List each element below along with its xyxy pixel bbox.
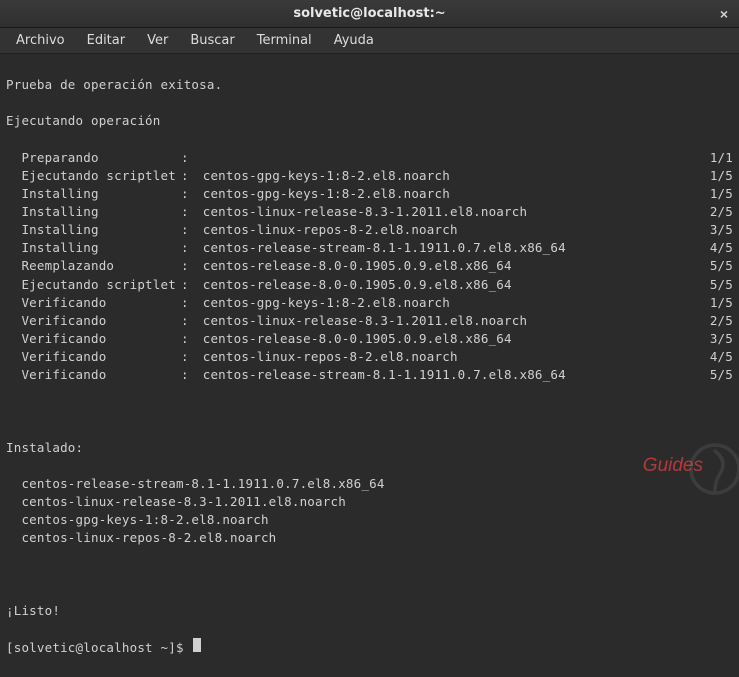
- row-colon: :: [181, 330, 195, 348]
- row-count: 4/5: [701, 348, 733, 366]
- row-count: 4/5: [701, 239, 733, 257]
- row-colon: :: [181, 149, 195, 167]
- row-count: 1/1: [701, 149, 733, 167]
- output-row: Verificando : centos-linux-release-8.3-1…: [6, 312, 733, 330]
- row-action: Installing: [6, 203, 181, 221]
- menubar: Archivo Editar Ver Buscar Terminal Ayuda: [0, 28, 739, 54]
- row-action: Installing: [6, 221, 181, 239]
- window-titlebar: solvetic@localhost:~ ×: [0, 0, 739, 28]
- row-colon: :: [181, 239, 195, 257]
- output-row: Ejecutando scriptlet: centos-release-8.0…: [6, 276, 733, 294]
- row-action: Preparando: [6, 149, 181, 167]
- row-package: centos-gpg-keys-1:8-2.el8.noarch: [195, 167, 701, 185]
- row-package: centos-gpg-keys-1:8-2.el8.noarch: [195, 185, 701, 203]
- row-action: Verificando: [6, 330, 181, 348]
- row-colon: :: [181, 185, 195, 203]
- row-action: Verificando: [6, 294, 181, 312]
- row-count: 3/5: [701, 330, 733, 348]
- row-package: centos-release-8.0-0.1905.0.9.el8.x86_64: [195, 276, 701, 294]
- row-colon: :: [181, 167, 195, 185]
- row-package: centos-release-8.0-0.1905.0.9.el8.x86_64: [195, 330, 701, 348]
- row-package: centos-linux-release-8.3-1.2011.el8.noar…: [195, 312, 701, 330]
- row-colon: :: [181, 276, 195, 294]
- row-package: centos-linux-repos-8-2.el8.noarch: [195, 221, 701, 239]
- row-package: centos-gpg-keys-1:8-2.el8.noarch: [195, 294, 701, 312]
- blank-line: [6, 566, 733, 584]
- row-package: [195, 149, 701, 167]
- output-row: Verificando : centos-gpg-keys-1:8-2.el8.…: [6, 294, 733, 312]
- menu-editar[interactable]: Editar: [77, 31, 136, 50]
- window-title: solvetic@localhost:~: [293, 6, 445, 21]
- row-count: 3/5: [701, 221, 733, 239]
- row-count: 5/5: [701, 366, 733, 384]
- output-line: Ejecutando operación: [6, 112, 733, 130]
- row-colon: :: [181, 203, 195, 221]
- row-package: centos-release-stream-8.1-1.1911.0.7.el8…: [195, 239, 701, 257]
- output-row: Verificando : centos-release-stream-8.1-…: [6, 366, 733, 384]
- row-colon: :: [181, 257, 195, 275]
- row-count: 2/5: [701, 312, 733, 330]
- output-row: Installing : centos-linux-repos-8-2.el8.…: [6, 221, 733, 239]
- menu-archivo[interactable]: Archivo: [6, 31, 75, 50]
- row-action: Installing: [6, 239, 181, 257]
- row-action: Verificando: [6, 366, 181, 384]
- row-action: Verificando: [6, 348, 181, 366]
- menu-terminal[interactable]: Terminal: [247, 31, 322, 50]
- row-colon: :: [181, 366, 195, 384]
- output-row: Installing : centos-linux-release-8.3-1.…: [6, 203, 733, 221]
- row-count: 1/5: [701, 294, 733, 312]
- row-action: Ejecutando scriptlet: [6, 276, 181, 294]
- row-count: 5/5: [701, 257, 733, 275]
- menu-ayuda[interactable]: Ayuda: [324, 31, 384, 50]
- prompt-text: [solvetic@localhost ~]$: [6, 639, 191, 657]
- row-package: centos-linux-repos-8-2.el8.noarch: [195, 348, 701, 366]
- output-row: Preparando : 1/1: [6, 149, 733, 167]
- row-colon: :: [181, 294, 195, 312]
- terminal-output[interactable]: Prueba de operación exitosa. Ejecutando …: [0, 54, 739, 677]
- menu-buscar[interactable]: Buscar: [180, 31, 244, 50]
- row-colon: :: [181, 221, 195, 239]
- installed-item: centos-release-stream-8.1-1.1911.0.7.el8…: [6, 475, 733, 493]
- done-line: ¡Listo!: [6, 602, 733, 620]
- prompt-line[interactable]: [solvetic@localhost ~]$: [6, 638, 733, 657]
- menu-ver[interactable]: Ver: [137, 31, 178, 50]
- output-row: Verificando : centos-release-8.0-0.1905.…: [6, 330, 733, 348]
- blank-line: [6, 402, 733, 420]
- output-row: Verificando : centos-linux-repos-8-2.el8…: [6, 348, 733, 366]
- installed-item: centos-gpg-keys-1:8-2.el8.noarch: [6, 511, 733, 529]
- output-row: Reemplazando : centos-release-8.0-0.1905…: [6, 257, 733, 275]
- row-action: Reemplazando: [6, 257, 181, 275]
- cursor-icon: [193, 638, 201, 652]
- row-action: Verificando: [6, 312, 181, 330]
- row-colon: :: [181, 348, 195, 366]
- row-count: 1/5: [701, 167, 733, 185]
- output-row: Installing : centos-release-stream-8.1-1…: [6, 239, 733, 257]
- row-count: 2/5: [701, 203, 733, 221]
- output-row: Ejecutando scriptlet: centos-gpg-keys-1:…: [6, 167, 733, 185]
- row-count: 5/5: [701, 276, 733, 294]
- row-colon: :: [181, 312, 195, 330]
- output-line: Prueba de operación exitosa.: [6, 76, 733, 94]
- row-package: centos-release-stream-8.1-1.1911.0.7.el8…: [195, 366, 701, 384]
- row-package: centos-linux-release-8.3-1.2011.el8.noar…: [195, 203, 701, 221]
- row-action: Ejecutando scriptlet: [6, 167, 181, 185]
- close-icon[interactable]: ×: [715, 5, 733, 23]
- row-package: centos-release-8.0-0.1905.0.9.el8.x86_64: [195, 257, 701, 275]
- installed-item: centos-linux-release-8.3-1.2011.el8.noar…: [6, 493, 733, 511]
- row-count: 1/5: [701, 185, 733, 203]
- installed-header: Instalado:: [6, 439, 733, 457]
- installed-item: centos-linux-repos-8-2.el8.noarch: [6, 529, 733, 547]
- output-row: Installing : centos-gpg-keys-1:8-2.el8.n…: [6, 185, 733, 203]
- row-action: Installing: [6, 185, 181, 203]
